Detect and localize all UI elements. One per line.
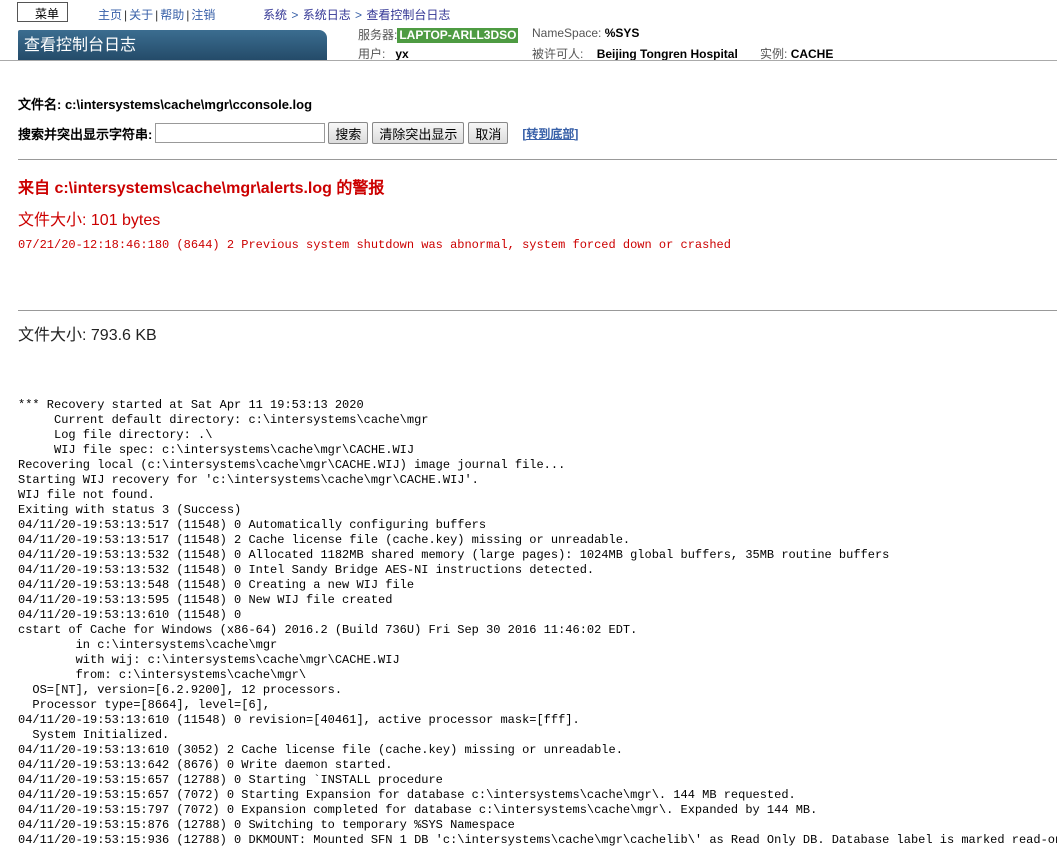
log-line: Starting WIJ recovery for 'c:\intersyste… [18, 473, 479, 487]
log-line: 04/11/20-19:53:13:517 (11548) 2 Cache li… [18, 533, 631, 547]
user-label: 用户: [358, 47, 386, 61]
namespace-label: NameSpace: [532, 26, 602, 40]
log-line: from: c:\intersystems\cache\mgr\ [18, 668, 307, 682]
server-badge: LAPTOP-ARLL3DSO [397, 28, 519, 43]
log-line: in c:\intersystems\cache\mgr [18, 638, 278, 652]
nav-help-link[interactable]: 帮助 [160, 8, 184, 22]
search-button[interactable]: 搜索 [328, 122, 369, 144]
search-row: 搜索并突出显示字符串: 搜索 清除突出显示 取消 [转到底部] [18, 122, 578, 144]
log-line: 04/11/20-19:53:13:532 (11548) 0 Allocate… [18, 548, 890, 562]
log-line: Exiting with status 3 (Success) [18, 503, 242, 517]
log-line: 04/11/20-19:53:15:876 (12788) 0 Switchin… [18, 818, 515, 832]
instance-value: CACHE [790, 47, 834, 61]
log-line: 04/11/20-19:53:13:532 (11548) 0 Intel Sa… [18, 563, 595, 577]
alert-title: 来自 c:\intersystems\cache\mgr\alerts.log … [18, 180, 385, 197]
log-line: Recovering local (c:\intersystems\cache\… [18, 458, 566, 472]
log-line: 04/11/20-19:53:15:657 (7072) 0 Starting … [18, 788, 796, 802]
log-line: 04/11/20-19:53:15:657 (12788) 0 Starting… [18, 773, 443, 787]
log-file-size: 文件大小: 793.6 KB [18, 327, 157, 344]
nav-home-link[interactable]: 主页 [98, 8, 122, 22]
log-line: Current default directory: c:\intersyste… [18, 413, 429, 427]
filename-label: 文件名: c:\intersystems\cache\mgr\cconsole.… [18, 97, 313, 112]
log-line: 04/11/20-19:53:15:797 (7072) 0 Expansion… [18, 803, 818, 817]
log-line: *** Recovery started at Sat Apr 11 19:53… [18, 398, 364, 412]
cancel-button[interactable]: 取消 [468, 122, 509, 144]
log-line: System Initialized. [18, 728, 170, 742]
log-line: Processor type=[8664], level=[6], [18, 698, 271, 712]
clear-highlight-button[interactable]: 清除突出显示 [372, 122, 465, 144]
log-line: 04/11/20-19:53:15:936 (12788) 0 DKMOUNT:… [18, 833, 1057, 847]
alert-entry: 07/21/20-12:18:46:180 (8644) 2 Previous … [18, 238, 731, 252]
section-divider [18, 310, 1057, 311]
log-line: 04/11/20-19:53:13:595 (11548) 0 New WIJ … [18, 593, 393, 607]
server-label: 服务器: [358, 28, 398, 42]
search-label: 搜索并突出显示字符串: [18, 126, 153, 142]
nav-about-link[interactable]: 关于 [129, 8, 153, 22]
instance-label: 实例: [760, 47, 788, 61]
log-line: 04/11/20-19:53:13:548 (11548) 0 Creating… [18, 578, 415, 592]
console-log: *** Recovery started at Sat Apr 11 19:53… [18, 398, 1057, 848]
log-line: Log file directory: .\ [18, 428, 213, 442]
log-line: 04/11/20-19:53:13:517 (11548) 0 Automati… [18, 518, 487, 532]
goto-bottom-link[interactable]: [转到底部] [522, 125, 578, 142]
nav-logout-link[interactable]: 注销 [191, 8, 215, 22]
namespace-value: %SYS [604, 26, 640, 40]
breadcrumb: 系统 > 系统日志 > 查看控制台日志 [263, 6, 450, 23]
breadcrumb-separator: > [288, 8, 302, 22]
licensee-value: Beijing Tongren Hospital [596, 47, 738, 61]
namespace-info: NameSpace: %SYS [532, 26, 639, 40]
alert-file-size: 文件大小: 101 bytes [18, 212, 161, 229]
breadcrumb-current-link[interactable]: 查看控制台日志 [366, 8, 450, 22]
log-line: WIJ file spec: c:\intersystems\cache\mgr… [18, 443, 415, 457]
breadcrumb-separator: > [351, 8, 366, 22]
log-line: 04/11/20-19:53:13:610 (11548) 0 revision… [18, 713, 580, 727]
log-line: 04/11/20-19:53:13:610 (11548) 0 [18, 608, 242, 622]
log-line: OS=[NT], version=[6.2.9200], 12 processo… [18, 683, 343, 697]
server-info: 服务器: LAPTOP-ARLL3DSO [358, 26, 519, 43]
section-divider [18, 159, 1057, 160]
top-nav: 主页 | 关于 | 帮助 | 注销 [98, 6, 215, 23]
user-value: yx [395, 47, 409, 61]
log-line: WIJ file not found. [18, 488, 155, 502]
log-line: with wij: c:\intersystems\cache\mgr\CACH… [18, 653, 400, 667]
log-line: cstart of Cache for Windows (x86-64) 201… [18, 623, 638, 637]
licensee-label: 被许可人: [532, 47, 584, 61]
breadcrumb-system-link[interactable]: 系统 [263, 8, 287, 22]
breadcrumb-syslog-link[interactable]: 系统日志 [303, 8, 351, 22]
log-line: 04/11/20-19:53:13:642 (8676) 0 Write dae… [18, 758, 393, 772]
page-title: 查看控制台日志 [18, 30, 327, 60]
log-line: 04/11/20-19:53:13:610 (3052) 2 Cache lic… [18, 743, 623, 757]
menu-button[interactable]: 菜单 [17, 2, 68, 22]
header-divider [0, 60, 1057, 61]
search-input[interactable] [155, 123, 326, 143]
